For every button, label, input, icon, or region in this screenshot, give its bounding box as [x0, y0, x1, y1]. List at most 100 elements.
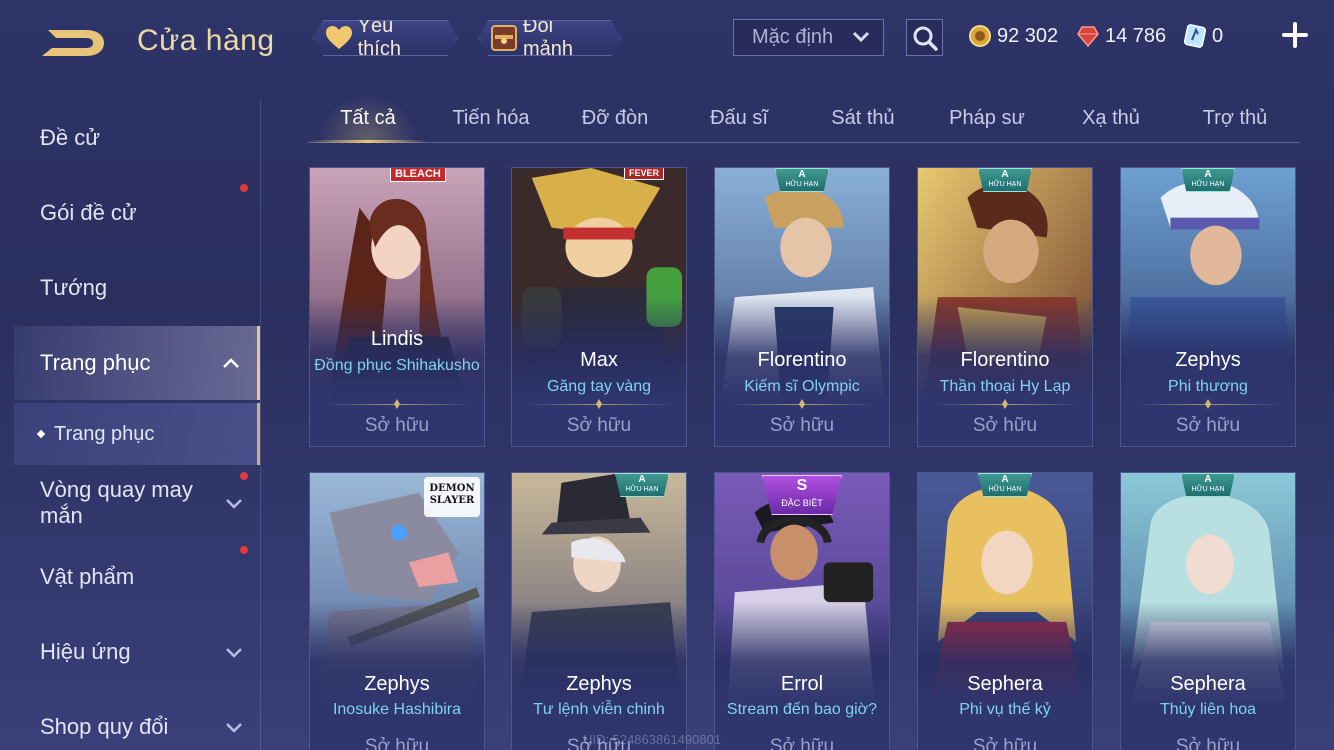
skin-card[interactable]: A HỮU HẠN Zephys Phi thương Sở hữu: [1120, 167, 1296, 447]
sidebar-item-label: Hiệu ứng: [40, 639, 131, 664]
fragment-exchange-button[interactable]: Đổi mảnh: [478, 20, 621, 56]
hero-name: Errol: [780, 673, 824, 695]
tab-label: Tiến hóa: [452, 106, 530, 129]
sidebar-item-label: Đề cử: [40, 125, 100, 150]
tab-label: Tất cả: [340, 106, 396, 129]
user-id-watermark: UID: 524863861490801: [583, 732, 722, 747]
plus-icon: [1282, 22, 1308, 48]
collab-badge: BLEACH: [390, 168, 446, 182]
event-badge: FEVER: [623, 168, 664, 180]
owned-status: Sở hữu: [769, 415, 835, 436]
tab-label: Xạ thủ: [1082, 106, 1140, 129]
sidebar-item-featured[interactable]: Đề cử: [14, 105, 260, 171]
gold-coin-icon: [968, 24, 992, 48]
owned-status: Sở hữu: [972, 736, 1038, 750]
sidebar-item-lucky-wheel[interactable]: Vòng quay may mắn: [14, 470, 260, 536]
sidebar-item-label: Vật phẩm: [40, 564, 135, 589]
sidebar-item-exchange-shop[interactable]: Shop quy đổi: [14, 694, 260, 750]
hero-name: Lindis: [370, 328, 424, 350]
tier-badge: A HỮU HẠN: [978, 168, 1032, 192]
sidebar-subitem-skins[interactable]: Trang phục: [14, 403, 260, 465]
tier-grade: A: [798, 169, 806, 180]
hero-name: Sephera: [967, 673, 1043, 695]
heart-icon: [324, 23, 354, 53]
red-gem-icon: [1076, 24, 1100, 48]
search-icon: [913, 26, 938, 51]
owned-status: Sở hữu: [1175, 415, 1241, 436]
tab-assassin[interactable]: Sát thủ: [808, 95, 918, 141]
sidebar-item-effects[interactable]: Hiệu ứng: [14, 619, 260, 685]
search-button[interactable]: [906, 19, 943, 56]
category-sidebar: Đề cử Gói đề cử Tướng Trang phục Trang p…: [0, 100, 262, 750]
skin-card[interactable]: FEVER Max Găng tay vàng Sở hữu: [511, 167, 687, 447]
chevron-down-icon: [226, 723, 242, 733]
owned-status: Sở hữu: [1175, 736, 1241, 750]
top-bar: Cửa hàng Yêu thích Đổi mảnh Mặc định 92 …: [0, 0, 1334, 80]
skin-name: Phi thương: [1168, 378, 1248, 395]
tier-grade: A: [638, 474, 646, 485]
tier-badge: A HỮU HẠN: [1181, 168, 1235, 192]
skin-name: Inosuke Hashibira: [332, 701, 462, 718]
add-currency-button[interactable]: [1280, 20, 1310, 50]
tab-all[interactable]: Tất cả: [308, 95, 428, 143]
skin-card[interactable]: A HỮU HẠN Sephera Phi vụ thế kỷ Sở hữu: [917, 472, 1093, 750]
tier-label: ĐẶC BIỆT: [781, 498, 823, 508]
skin-name: Thủy liên hoa: [1159, 701, 1257, 718]
sidebar-item-heroes[interactable]: Tướng: [14, 255, 260, 321]
skin-card[interactable]: A HỮU HẠN Sephera Thủy liên hoa Sở hữu: [1120, 472, 1296, 750]
sort-value: Mặc định: [752, 26, 834, 48]
sort-dropdown[interactable]: Mặc định: [733, 19, 884, 56]
sidebar-item-featured-bundles[interactable]: Gói đề cử: [14, 180, 260, 246]
hero-name: Zephys: [1175, 349, 1241, 371]
role-filter-tabs: Tất cả Tiến hóa Đỡ đòn Đấu sĩ Sát thủ Ph…: [308, 95, 1300, 143]
tier-grade: A: [1001, 474, 1009, 485]
tier-label: HỮU HẠN: [988, 181, 1022, 188]
skin-card[interactable]: DEMON SLAYER Zephys Inosuke Hashibira Sở…: [309, 472, 485, 750]
tab-support[interactable]: Trợ thủ: [1180, 95, 1290, 141]
sidebar-item-label: Tướng: [40, 275, 108, 300]
skin-name: Kiếm sĩ Olympic: [744, 378, 860, 395]
owned-status: Sở hữu: [364, 736, 430, 750]
hero-name: Max: [580, 349, 618, 371]
sidebar-item-label: Shop quy đổi: [40, 714, 169, 739]
skin-card[interactable]: A HỮU HẠN Zephys Tư lệnh viễn chinh Sở h…: [511, 472, 687, 750]
sidebar-divider: [260, 100, 261, 750]
tier-grade: A: [1204, 474, 1212, 485]
skin-card[interactable]: A HỮU HẠN Florentino Kiếm sĩ Olympic Sở …: [714, 167, 890, 447]
skin-name: Stream đến bao giờ?: [726, 701, 878, 718]
owned-status: Sở hữu: [769, 736, 835, 750]
owned-status: Sở hữu: [566, 415, 632, 436]
tier-badge: A HỮU HẠN: [615, 473, 669, 497]
hero-name: Florentino: [757, 349, 847, 371]
chevron-down-icon: [226, 499, 242, 509]
voucher-amount: 0: [1212, 24, 1224, 47]
voucher-currency: 0: [1183, 22, 1223, 50]
skin-card[interactable]: A HỮU HẠN Florentino Thần thoại Hy Lạp S…: [917, 167, 1093, 447]
sidebar-item-label: Gói đề cử: [40, 200, 137, 225]
tab-label: Sát thủ: [831, 106, 895, 129]
favorites-button[interactable]: Yêu thích: [313, 20, 458, 56]
tier-badge: A HỮU HẠN: [978, 473, 1032, 497]
tab-tank[interactable]: Đỡ đòn: [560, 95, 670, 141]
sidebar-item-label: Vòng quay may mắn: [40, 477, 193, 528]
page-title: Cửa hàng: [137, 24, 275, 57]
sidebar-item-skins[interactable]: Trang phục: [14, 326, 260, 400]
tab-marksman[interactable]: Xạ thủ: [1056, 95, 1166, 141]
notification-dot: [240, 472, 248, 480]
chevron-down-icon: [852, 31, 870, 43]
chevron-up-icon: [223, 358, 239, 368]
skin-card[interactable]: S ĐẶC BIỆT Errol Stream đến bao giờ? Sở …: [714, 472, 890, 750]
tab-label: Đấu sĩ: [710, 106, 768, 129]
tier-label: HỮU HẠN: [1191, 486, 1225, 493]
skin-card[interactable]: BLEACH Lindis Đồng phục Shihakusho Sở hữ…: [309, 167, 485, 447]
notification-dot: [240, 184, 248, 192]
sidebar-item-items[interactable]: Vật phẩm: [14, 544, 260, 610]
tab-evolution[interactable]: Tiến hóa: [436, 95, 546, 141]
tier-badge-special: S ĐẶC BIỆT: [762, 475, 842, 515]
tab-mage[interactable]: Pháp sư: [932, 95, 1042, 141]
tab-fighter[interactable]: Đấu sĩ: [684, 95, 794, 141]
hero-name: Sephera: [1170, 673, 1246, 695]
sidebar-item-label: Trang phục: [40, 350, 151, 375]
owned-status: Sở hữu: [364, 415, 430, 436]
back-button[interactable]: [38, 22, 110, 64]
